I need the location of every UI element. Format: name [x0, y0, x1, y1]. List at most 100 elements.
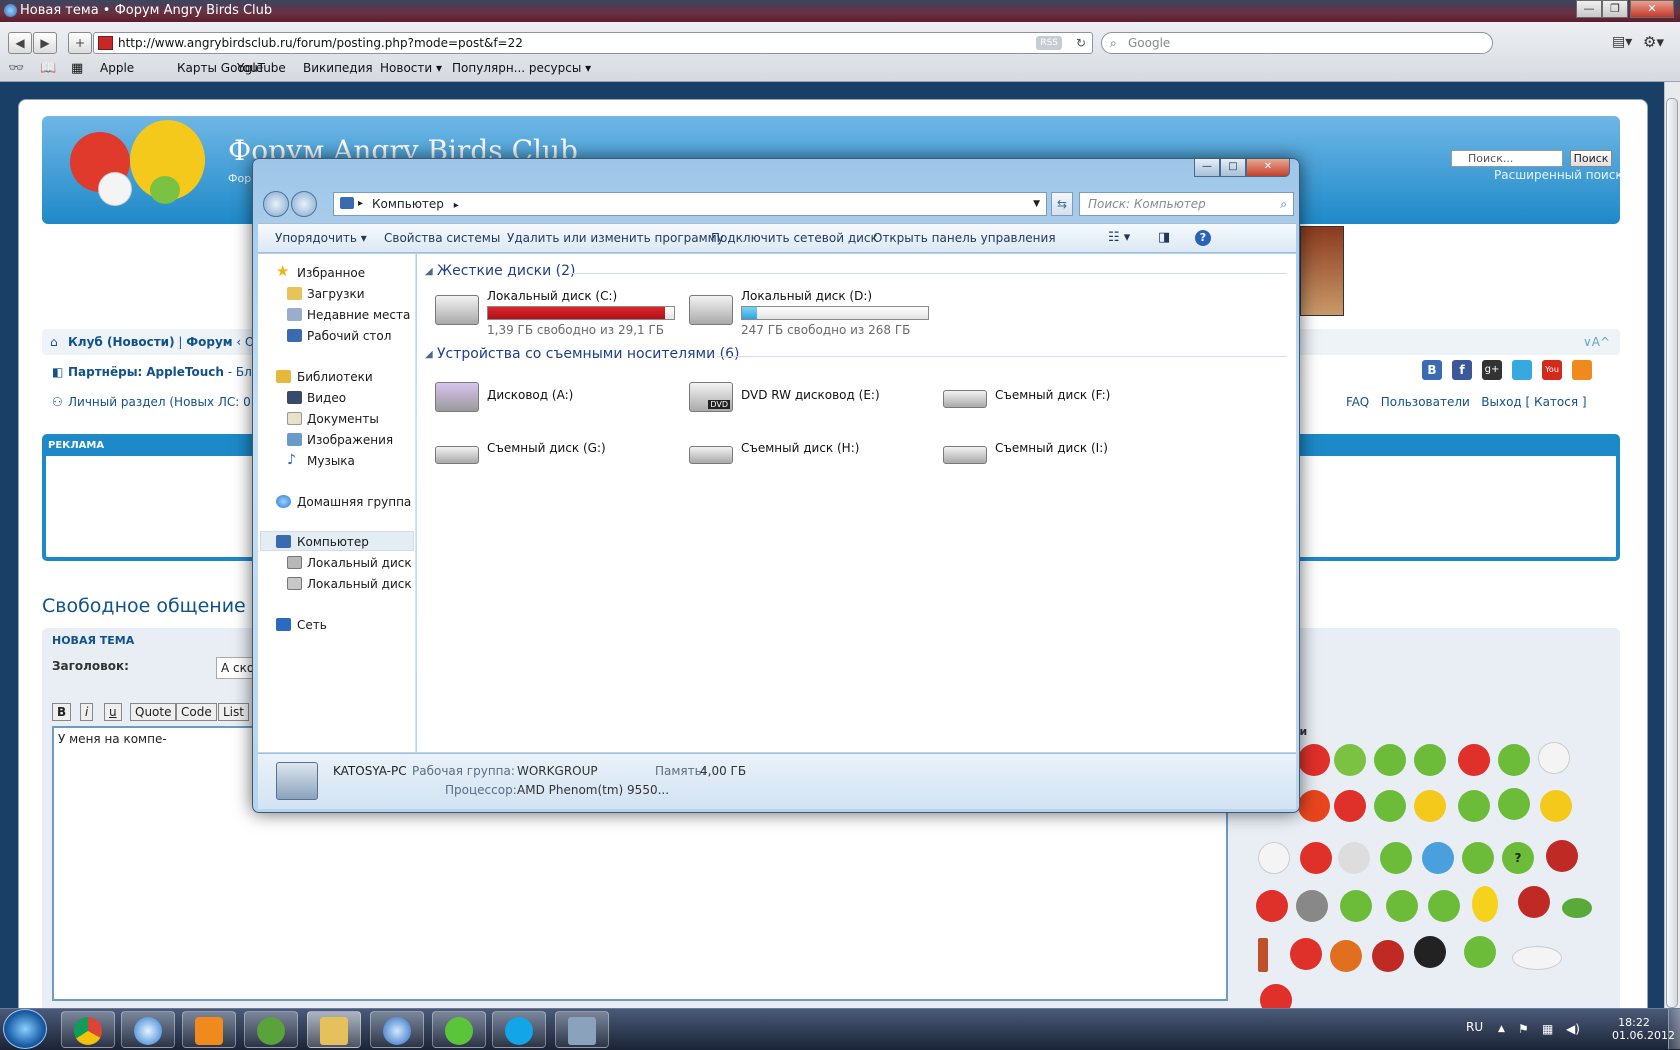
smiley-pig[interactable] [1462, 842, 1494, 874]
breadcrumb-club[interactable]: Клуб (Новости) [68, 335, 175, 349]
maximize-button[interactable]: ❐ [1602, 0, 1628, 18]
tray-expand-icon[interactable]: ▲ [1498, 1024, 1505, 1034]
breadcrumb-computer[interactable]: Компьютер [372, 197, 444, 211]
drive-d[interactable]: Локальный диск (D:) 247 ГБ свободно из 2… [689, 289, 929, 341]
smiley-pig[interactable] [1414, 744, 1446, 776]
smiley-black-bird[interactable] [1414, 936, 1446, 968]
reload-icon[interactable]: ↻ [1076, 33, 1086, 53]
map-network-drive-button[interactable]: Подключить сетевой диск [711, 224, 878, 252]
youtube-icon[interactable]: You [1542, 360, 1562, 380]
smiley-red-bird[interactable] [1458, 744, 1490, 776]
nav-music[interactable]: Музыка [307, 454, 355, 468]
smiley-red-bird[interactable] [1298, 744, 1330, 776]
explorer-refresh-button[interactable]: ⇆ [1051, 192, 1073, 216]
task-media-player[interactable] [182, 1011, 236, 1048]
group-hard-disks[interactable]: Жесткие диски (2) [437, 263, 575, 279]
smiley-pig[interactable] [1428, 890, 1460, 922]
drive-f[interactable]: Съемный диск (F:) [943, 376, 1183, 420]
smiley-pig[interactable] [1380, 842, 1412, 874]
smiley-red-bird[interactable] [1518, 886, 1550, 918]
username-link[interactable]: [ Катося ] [1526, 395, 1587, 409]
smiley-cow-pig[interactable] [1338, 842, 1370, 874]
bookmark-news[interactable]: Новости ▾ [380, 61, 442, 75]
collapse-arrow-icon[interactable]: ◢ [425, 266, 433, 277]
nav-desktop[interactable]: Рабочий стол [307, 329, 391, 343]
nav-computer[interactable]: Компьютер [297, 535, 369, 549]
explorer-close-button[interactable]: ✕ [1246, 159, 1290, 177]
smiley-yellow-bird[interactable] [1540, 790, 1572, 822]
minimize-button[interactable]: — [1576, 0, 1602, 18]
smiley-red-bird[interactable] [1546, 840, 1578, 872]
smiley-red-bird[interactable] [1372, 940, 1404, 972]
advanced-search-link[interactable]: Расширенный поиск [1494, 168, 1623, 182]
italic-button[interactable]: i [80, 703, 94, 721]
collapse-arrow-icon[interactable]: ◢ [425, 349, 433, 360]
tray-volume-icon[interactable]: ◀) [1566, 1022, 1580, 1036]
gear-icon[interactable]: ⚙▾ [1643, 33, 1664, 51]
smiley-pig[interactable] [1374, 744, 1406, 776]
code-button[interactable]: Code [176, 703, 217, 721]
nav-disk-d[interactable]: Локальный диск (D [307, 577, 415, 591]
task-icq[interactable] [432, 1011, 486, 1048]
forum-search-button[interactable]: Поиск [1570, 150, 1612, 167]
task-network-app[interactable] [555, 1011, 609, 1048]
drive-g[interactable]: Съемный диск (G:) [435, 432, 675, 476]
section-title[interactable]: Свободное общение [42, 595, 246, 617]
nav-documents[interactable]: Документы [307, 412, 379, 426]
page-menu-icon[interactable]: ▤▾ [1612, 34, 1632, 50]
smiley-pig[interactable] [1498, 744, 1530, 776]
address-bar[interactable]: http://www.angrybirdsclub.ru/forum/posti… [93, 32, 1093, 54]
drive-c[interactable]: Локальный диск (C:) 1,39 ГБ свободно из … [435, 289, 675, 341]
explorer-address-bar[interactable]: ▸ Компьютер ▸ ▼ [333, 192, 1047, 216]
smiley-golden-egg[interactable] [1472, 886, 1498, 922]
smiley-yellow-bird[interactable] [1414, 790, 1446, 822]
explorer-search-input[interactable]: Поиск: Компьютер ⌕ [1079, 192, 1294, 216]
smiley-helmet-pig[interactable] [1296, 890, 1328, 922]
bookmark-wikipedia[interactable]: Википедия [303, 61, 373, 75]
smiley-pig[interactable] [1498, 788, 1530, 820]
smiley-white-bird[interactable] [1538, 742, 1570, 774]
explorer-back-button[interactable] [263, 191, 289, 217]
add-bookmark-button[interactable]: + [68, 32, 92, 54]
smiley-boomerang-bird[interactable] [1562, 898, 1592, 918]
smiley-red-bird[interactable] [1298, 790, 1330, 822]
nav-video[interactable]: Видео [307, 391, 346, 405]
tray-network-icon[interactable]: ▦ [1542, 1022, 1553, 1036]
chevron-right-icon[interactable]: ▸ [454, 200, 459, 211]
task-itunes[interactable] [370, 1011, 424, 1048]
smiley-pig[interactable] [1334, 744, 1366, 776]
partner-appletouch-link[interactable]: AppleTouch [146, 365, 224, 379]
uninstall-program-button[interactable]: Удалить или изменить программу [507, 224, 724, 252]
smiley-red-bird[interactable] [1290, 938, 1322, 970]
bold-button[interactable]: B [52, 703, 72, 721]
smiley-bar[interactable] [1258, 938, 1268, 972]
nav-homegroup[interactable]: Домашняя группа [297, 495, 411, 509]
nav-disk-c[interactable]: Локальный диск (C [307, 556, 415, 570]
list-button[interactable]: List [218, 703, 249, 721]
nav-network[interactable]: Сеть [297, 618, 327, 632]
googleplus-icon[interactable]: g+ [1482, 360, 1502, 380]
google-search-field[interactable]: ⌕ Google [1101, 32, 1493, 54]
bookmark-popular[interactable]: Популярн... ресурсы ▾ [452, 61, 591, 75]
tray-language[interactable]: RU [1466, 1020, 1483, 1034]
logout-link[interactable]: Выход [1481, 395, 1521, 409]
task-explorer[interactable] [307, 1011, 361, 1048]
nav-pictures[interactable]: Изображения [307, 433, 393, 447]
group-removable[interactable]: Устройства со съемными носителями (6) [437, 346, 739, 362]
drive-i[interactable]: Съемный диск (I:) [943, 432, 1183, 476]
smiley-red-bird[interactable] [1300, 842, 1332, 874]
task-chrome[interactable] [61, 1011, 115, 1048]
explorer-minimize-button[interactable]: — [1194, 159, 1220, 177]
facebook-icon[interactable]: f [1452, 360, 1472, 380]
close-button[interactable]: ✕ [1630, 0, 1674, 18]
tray-flag-icon[interactable]: ⚑ [1518, 1022, 1529, 1036]
font-size-toggle[interactable]: ∨A^ [1583, 329, 1610, 355]
scrollbar-thumb[interactable] [1666, 98, 1678, 1008]
bookmark-apple[interactable]: Apple [100, 61, 134, 75]
private-section-link[interactable]: Личный раздел (Новых ЛС: 0) [68, 395, 255, 409]
twitter-icon[interactable] [1512, 360, 1532, 380]
chevron-right-icon[interactable]: ▸ [358, 193, 363, 215]
start-button[interactable] [3, 1009, 47, 1049]
bookmarks-icon[interactable]: 📖 [40, 61, 56, 76]
smiley-pumpkin[interactable] [1330, 940, 1362, 972]
